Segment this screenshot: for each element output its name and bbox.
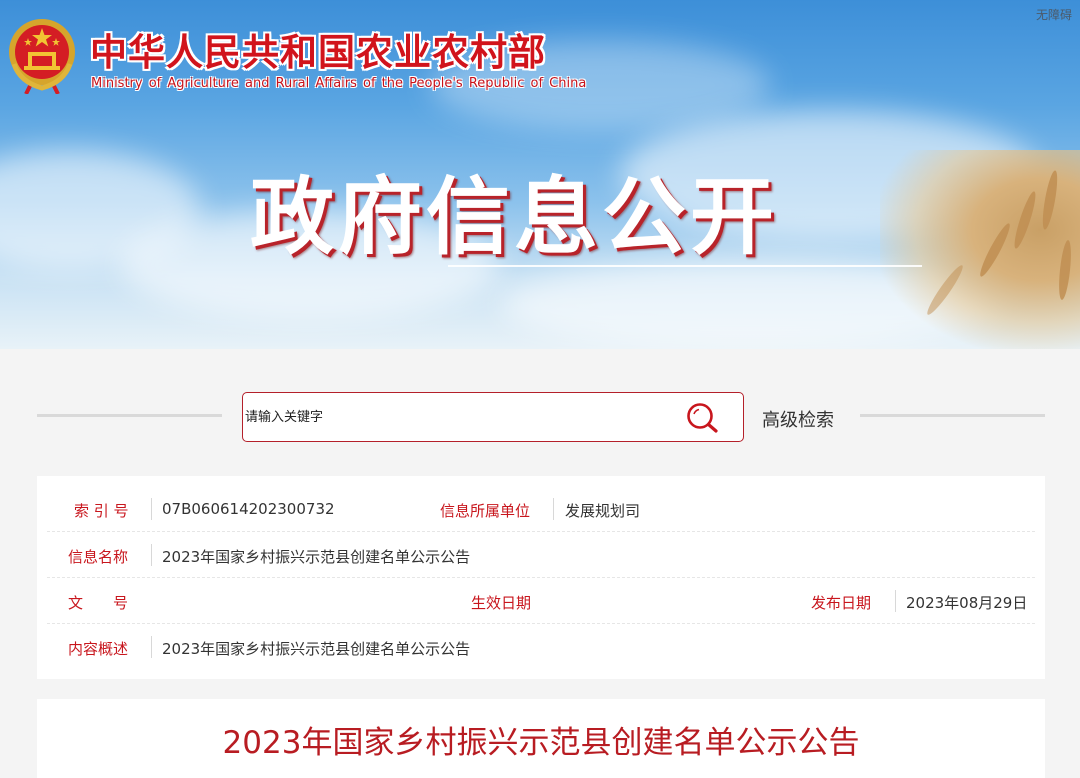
search-input[interactable] [245,405,665,429]
index-label: 索 引 号 [74,502,129,520]
ministry-name-cn: 中华人民共和国农业农村部 [90,30,546,74]
unit-value: 发展规划司 [565,502,641,520]
advanced-search-link[interactable]: 高级检索 [762,406,834,432]
national-emblem-icon [9,19,75,94]
header-banner: 中华人民共和国农业农村部 Ministry of Agriculture and… [0,0,1080,349]
summary-value: 2023年国家乡村振兴示范县创建名单公示公告 [162,640,471,658]
search-box [242,392,744,442]
info-row-name: 信息名称 2023年国家乡村振兴示范县创建名单公示公告 [47,532,1035,578]
search-icon[interactable] [685,401,721,435]
name-value: 2023年国家乡村振兴示范县创建名单公示公告 [162,548,471,566]
ministry-name-en: Ministry of Agriculture and Rural Affair… [91,76,587,91]
page-hero-title: 政府信息公开 [250,168,779,266]
effective-date-label: 生效日期 [471,594,532,612]
index-value: 07B060614202300732 [162,500,335,518]
wheat-decoration [880,150,1080,349]
article-content: 2023年国家乡村振兴示范县创建名单公示公告 [37,699,1045,778]
article-title: 2023年国家乡村振兴示范县创建名单公示公告 [222,725,860,761]
publish-date-label: 发布日期 [811,594,872,612]
info-row-index: 索 引 号 07B060614202300732 信息所属单位 发展规划司 [47,486,1035,532]
summary-label: 内容概述 [68,640,129,658]
hero-divider [448,265,922,267]
publish-date-value: 2023年08月29日 [906,594,1028,612]
info-metadata-panel: 索 引 号 07B060614202300732 信息所属单位 发展规划司 信息… [37,476,1045,679]
unit-label: 信息所属单位 [440,502,531,520]
name-label: 信息名称 [68,548,129,566]
search-divider-left [37,414,222,417]
accessibility-link[interactable]: 无障碍 [1036,6,1072,23]
search-divider-right [860,414,1045,417]
info-row-summary: 内容概述 2023年国家乡村振兴示范县创建名单公示公告 [47,624,1035,670]
doc-number-label: 文 号 [68,594,129,612]
info-row-doc: 文 号 生效日期 发布日期 2023年08月29日 [47,578,1035,624]
